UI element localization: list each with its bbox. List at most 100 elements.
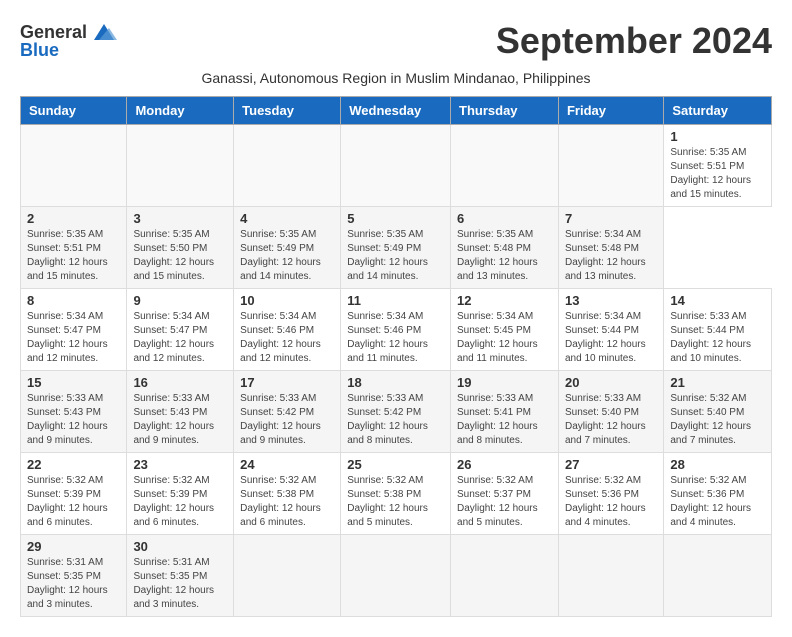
day-info: Sunrise: 5:33 AMSunset: 5:40 PMDaylight:… <box>565 392 657 448</box>
day-number: 9 <box>133 293 227 308</box>
calendar-cell <box>234 535 341 617</box>
day-info: Sunrise: 5:35 AMSunset: 5:51 PMDaylight:… <box>27 228 120 284</box>
day-info: Sunrise: 5:32 AMSunset: 5:36 PMDaylight:… <box>670 474 765 530</box>
day-number: 25 <box>347 457 444 472</box>
day-info: Sunrise: 5:33 AMSunset: 5:42 PMDaylight:… <box>347 392 444 448</box>
calendar-cell <box>558 125 663 207</box>
calendar-cell: 5 Sunrise: 5:35 AMSunset: 5:49 PMDaylight… <box>341 207 451 289</box>
calendar-cell: 9 Sunrise: 5:34 AMSunset: 5:47 PMDaylight… <box>127 289 234 371</box>
day-number: 14 <box>670 293 765 308</box>
day-info: Sunrise: 5:32 AMSunset: 5:39 PMDaylight:… <box>133 474 227 530</box>
subtitle: Ganassi, Autonomous Region in Muslim Min… <box>20 70 772 86</box>
day-number: 4 <box>240 211 334 226</box>
calendar-cell: 2 Sunrise: 5:35 AMSunset: 5:51 PMDaylight… <box>21 207 127 289</box>
header-thursday: Thursday <box>451 97 559 125</box>
calendar-cell <box>127 125 234 207</box>
header-monday: Monday <box>127 97 234 125</box>
day-number: 19 <box>457 375 552 390</box>
calendar-cell <box>341 535 451 617</box>
logo-icon <box>89 20 119 44</box>
day-number: 7 <box>565 211 657 226</box>
day-info: Sunrise: 5:35 AMSunset: 5:49 PMDaylight:… <box>347 228 444 284</box>
calendar-cell <box>21 125 127 207</box>
day-number: 20 <box>565 375 657 390</box>
day-info: Sunrise: 5:35 AMSunset: 5:48 PMDaylight:… <box>457 228 552 284</box>
calendar-cell: 26 Sunrise: 5:32 AMSunset: 5:37 PMDayligh… <box>451 453 559 535</box>
header-row: SundayMondayTuesdayWednesdayThursdayFrid… <box>21 97 772 125</box>
day-number: 11 <box>347 293 444 308</box>
day-info: Sunrise: 5:31 AMSunset: 5:35 PMDaylight:… <box>27 556 120 612</box>
day-info: Sunrise: 5:33 AMSunset: 5:41 PMDaylight:… <box>457 392 552 448</box>
day-number: 23 <box>133 457 227 472</box>
page-header: General Blue September 2024 <box>20 20 772 62</box>
calendar-cell <box>341 125 451 207</box>
day-info: Sunrise: 5:34 AMSunset: 5:46 PMDaylight:… <box>347 310 444 366</box>
calendar-cell: 17Sunrise: 5:33 AMSunset: 5:42 PMDayligh… <box>234 371 341 453</box>
week-row-4: 15 Sunrise: 5:33 AMSunset: 5:43 PMDayligh… <box>21 371 772 453</box>
calendar-cell: 12 Sunrise: 5:34 AMSunset: 5:45 PMDayligh… <box>451 289 559 371</box>
calendar-cell: 16 Sunrise: 5:33 AMSunset: 5:43 PMDayligh… <box>127 371 234 453</box>
calendar-table: SundayMondayTuesdayWednesdayThursdayFrid… <box>20 96 772 617</box>
calendar-cell: 4 Sunrise: 5:35 AMSunset: 5:49 PMDaylight… <box>234 207 341 289</box>
day-number: 27 <box>565 457 657 472</box>
day-number: 10 <box>240 293 334 308</box>
day-info: Sunrise: 5:32 AMSunset: 5:40 PMDaylight:… <box>670 392 765 448</box>
header-wednesday: Wednesday <box>341 97 451 125</box>
day-number: 12 <box>457 293 552 308</box>
day-info: Sunrise: 5:35 AMSunset: 5:49 PMDaylight:… <box>240 228 334 284</box>
day-info: Sunrise: 5:35 AMSunset: 5:50 PMDaylight:… <box>133 228 227 284</box>
month-title: September 2024 <box>496 20 772 62</box>
day-info: Sunrise: 5:35 AMSunset: 5:51 PMDaylight:… <box>670 146 765 202</box>
day-info: Sunrise: 5:32 AMSunset: 5:37 PMDaylight:… <box>457 474 552 530</box>
day-info: Sunrise: 5:34 AMSunset: 5:45 PMDaylight:… <box>457 310 552 366</box>
calendar-cell: 6Sunrise: 5:35 AMSunset: 5:48 PMDaylight… <box>451 207 559 289</box>
calendar-cell: 1Sunrise: 5:35 AMSunset: 5:51 PMDaylight… <box>664 125 772 207</box>
logo: General Blue <box>20 20 119 61</box>
calendar-cell: 23 Sunrise: 5:32 AMSunset: 5:39 PMDayligh… <box>127 453 234 535</box>
day-number: 15 <box>27 375 120 390</box>
calendar-cell: 29 Sunrise: 5:31 AMSunset: 5:35 PMDayligh… <box>21 535 127 617</box>
calendar-cell: 24 Sunrise: 5:32 AMSunset: 5:38 PMDayligh… <box>234 453 341 535</box>
week-row-5: 22 Sunrise: 5:32 AMSunset: 5:39 PMDayligh… <box>21 453 772 535</box>
calendar-cell: 27Sunrise: 5:32 AMSunset: 5:36 PMDayligh… <box>558 453 663 535</box>
day-number: 21 <box>670 375 765 390</box>
header-tuesday: Tuesday <box>234 97 341 125</box>
day-info: Sunrise: 5:33 AMSunset: 5:42 PMDaylight:… <box>240 392 334 448</box>
header-friday: Friday <box>558 97 663 125</box>
week-row-2: 2 Sunrise: 5:35 AMSunset: 5:51 PMDaylight… <box>21 207 772 289</box>
day-number: 30 <box>133 539 227 554</box>
day-number: 22 <box>27 457 120 472</box>
day-info: Sunrise: 5:34 AMSunset: 5:47 PMDaylight:… <box>133 310 227 366</box>
calendar-cell: 13 Sunrise: 5:34 AMSunset: 5:44 PMDayligh… <box>558 289 663 371</box>
day-number: 26 <box>457 457 552 472</box>
calendar-cell: 21 Sunrise: 5:32 AMSunset: 5:40 PMDayligh… <box>664 371 772 453</box>
day-number: 29 <box>27 539 120 554</box>
calendar-cell: 20 Sunrise: 5:33 AMSunset: 5:40 PMDayligh… <box>558 371 663 453</box>
day-info: Sunrise: 5:32 AMSunset: 5:39 PMDaylight:… <box>27 474 120 530</box>
day-info: Sunrise: 5:34 AMSunset: 5:48 PMDaylight:… <box>565 228 657 284</box>
calendar-cell: 7 Sunrise: 5:34 AMSunset: 5:48 PMDaylight… <box>558 207 663 289</box>
calendar-cell <box>558 535 663 617</box>
week-row-6: 29 Sunrise: 5:31 AMSunset: 5:35 PMDayligh… <box>21 535 772 617</box>
day-info: Sunrise: 5:34 AMSunset: 5:44 PMDaylight:… <box>565 310 657 366</box>
calendar-cell: 11 Sunrise: 5:34 AMSunset: 5:46 PMDayligh… <box>341 289 451 371</box>
day-number: 5 <box>347 211 444 226</box>
week-row-1: 1Sunrise: 5:35 AMSunset: 5:51 PMDaylight… <box>21 125 772 207</box>
day-info: Sunrise: 5:33 AMSunset: 5:43 PMDaylight:… <box>27 392 120 448</box>
day-info: Sunrise: 5:34 AMSunset: 5:47 PMDaylight:… <box>27 310 120 366</box>
day-number: 16 <box>133 375 227 390</box>
day-number: 24 <box>240 457 334 472</box>
calendar-cell: 19 Sunrise: 5:33 AMSunset: 5:41 PMDayligh… <box>451 371 559 453</box>
day-number: 28 <box>670 457 765 472</box>
day-number: 8 <box>27 293 120 308</box>
day-number: 2 <box>27 211 120 226</box>
calendar-cell: 25Sunrise: 5:32 AMSunset: 5:38 PMDayligh… <box>341 453 451 535</box>
calendar-cell <box>234 125 341 207</box>
day-number: 13 <box>565 293 657 308</box>
calendar-cell: 10 Sunrise: 5:34 AMSunset: 5:46 PMDayligh… <box>234 289 341 371</box>
day-info: Sunrise: 5:33 AMSunset: 5:43 PMDaylight:… <box>133 392 227 448</box>
day-info: Sunrise: 5:32 AMSunset: 5:38 PMDaylight:… <box>240 474 334 530</box>
calendar-cell: 28 Sunrise: 5:32 AMSunset: 5:36 PMDayligh… <box>664 453 772 535</box>
header-sunday: Sunday <box>21 97 127 125</box>
day-info: Sunrise: 5:34 AMSunset: 5:46 PMDaylight:… <box>240 310 334 366</box>
